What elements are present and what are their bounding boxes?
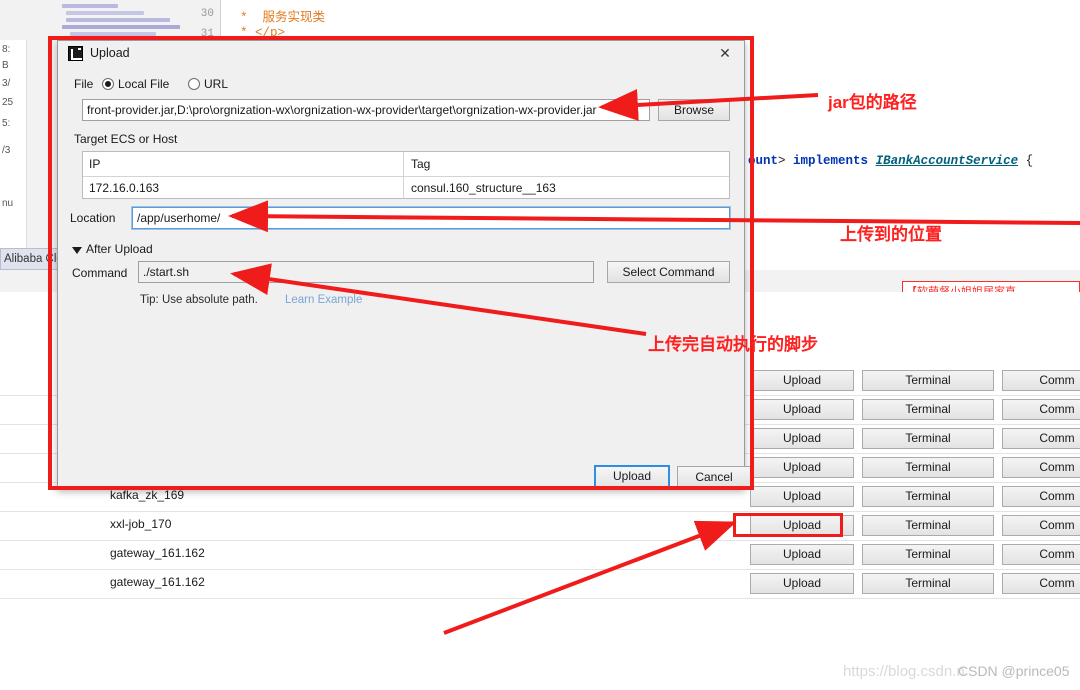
left-label-4: 5: [2, 118, 11, 129]
row-command-button[interactable]: Comm [1002, 544, 1080, 565]
code-class-declaration: ount> implements IBankAccountService { [748, 154, 1034, 168]
left-label-0: 8: [2, 44, 11, 55]
row-command-button[interactable]: Comm [1002, 428, 1080, 449]
table-row[interactable]: xxl-job_170 Upload Terminal Comm [0, 511, 1080, 541]
row-command-button[interactable]: Comm [1002, 370, 1080, 391]
row-upload-button[interactable]: Upload [750, 573, 854, 594]
left-label-2: 3/ [2, 78, 11, 89]
left-label-3: 25 [2, 97, 14, 108]
table-row[interactable]: gateway_161.162 Upload Terminal Comm [0, 569, 1080, 599]
row-command-button[interactable]: Comm [1002, 515, 1080, 536]
watermark-author: CSDN @prince05 [958, 663, 1070, 679]
annotation-box-row-upload [733, 513, 843, 537]
code-line-30: * 服务实现类 [240, 11, 326, 25]
row-upload-button[interactable]: Upload [750, 428, 854, 449]
left-tool-strip [0, 40, 27, 248]
left-label-6: nu [2, 198, 14, 209]
line-number-30: 30 [200, 8, 214, 20]
watermark-url: https://blog.csdn.n [843, 663, 965, 680]
row-upload-button[interactable]: Upload [750, 399, 854, 420]
row-name: kafka_zk_169 [110, 488, 185, 502]
row-command-button[interactable]: Comm [1002, 486, 1080, 507]
row-command-button[interactable]: Comm [1002, 573, 1080, 594]
row-command-button[interactable]: Comm [1002, 399, 1080, 420]
row-upload-button[interactable]: Upload [750, 544, 854, 565]
row-terminal-button[interactable]: Terminal [862, 486, 994, 507]
row-name: gateway_161.162 [110, 546, 205, 560]
table-row[interactable]: gateway_161.162 Upload Terminal Comm [0, 540, 1080, 570]
row-upload-button[interactable]: Upload [750, 370, 854, 391]
row-terminal-button[interactable]: Terminal [862, 573, 994, 594]
row-terminal-button[interactable]: Terminal [862, 457, 994, 478]
row-terminal-button[interactable]: Terminal [862, 399, 994, 420]
annotation-box-dialog [48, 36, 754, 490]
row-terminal-button[interactable]: Terminal [862, 544, 994, 565]
row-terminal-button[interactable]: Terminal [862, 515, 994, 536]
left-label-5: /3 [2, 145, 11, 156]
callout-auto-exec-script: 上传完自动执行的脚步 [648, 335, 818, 354]
row-terminal-button[interactable]: Terminal [862, 370, 994, 391]
row-upload-button[interactable]: Upload [750, 457, 854, 478]
row-terminal-button[interactable]: Terminal [862, 428, 994, 449]
row-upload-button[interactable]: Upload [750, 486, 854, 507]
row-name: xxl-job_170 [110, 517, 172, 531]
row-name: gateway_161.162 [110, 575, 205, 589]
left-label-1: B [2, 60, 9, 71]
row-command-button[interactable]: Comm [1002, 457, 1080, 478]
callout-jar-path: jar包的路径 [828, 93, 917, 112]
callout-upload-location: 上传到的位置 [840, 225, 942, 244]
